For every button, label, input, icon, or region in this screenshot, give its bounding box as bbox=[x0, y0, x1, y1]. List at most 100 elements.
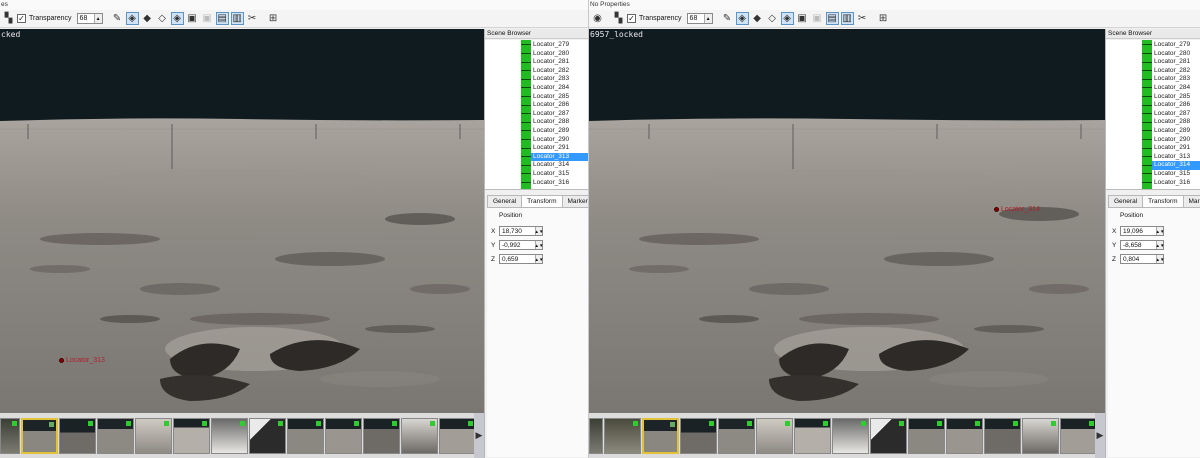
scene-item-locator-284[interactable]: Locator_284 bbox=[531, 84, 588, 93]
thumbnail[interactable] bbox=[97, 417, 134, 454]
scene-item-locator-286[interactable]: Locator_286 bbox=[1152, 101, 1200, 110]
thumbnail[interactable] bbox=[135, 417, 172, 454]
scene-item-locator-287[interactable]: Locator_287 bbox=[531, 110, 588, 119]
scene-item-locator-280[interactable]: Locator_280 bbox=[1152, 50, 1200, 59]
viewport[interactable]: cked Locator_313 bbox=[0, 29, 484, 413]
thumbnail-selected[interactable] bbox=[642, 417, 679, 454]
locator-marker[interactable]: Locator_314 bbox=[994, 206, 1040, 213]
thumbnail[interactable] bbox=[211, 417, 248, 454]
screen-icon[interactable]: ▤ bbox=[825, 12, 839, 25]
scene-item-locator-290[interactable]: Locator_290 bbox=[531, 136, 588, 145]
cube-solid-icon[interactable]: ◆ bbox=[141, 12, 154, 25]
scene-item-locator-289[interactable]: Locator_289 bbox=[531, 127, 588, 136]
cube-icon[interactable]: ◈ bbox=[735, 12, 749, 25]
brush-icon[interactable]: ✎ bbox=[721, 12, 734, 25]
cube-solid-icon[interactable]: ◆ bbox=[751, 12, 764, 25]
thumbnail[interactable] bbox=[249, 417, 286, 454]
thumbnail[interactable] bbox=[756, 417, 793, 454]
scene-item-locator-313[interactable]: Locator_313 bbox=[1152, 153, 1200, 162]
viewport[interactable]: 6957_locked Locator_314 bbox=[589, 29, 1105, 413]
thumbnail[interactable] bbox=[439, 417, 476, 454]
tab-general[interactable]: General bbox=[487, 195, 523, 207]
thumbnail[interactable] bbox=[1022, 417, 1059, 454]
scene-item-locator-313[interactable]: Locator_313 bbox=[531, 152, 588, 162]
cube-grid-icon[interactable]: ▣ bbox=[796, 12, 809, 25]
scene-item-locator-289[interactable]: Locator_289 bbox=[1152, 127, 1200, 136]
thumbnail[interactable] bbox=[718, 417, 755, 454]
scene-item-locator-282[interactable]: Locator_282 bbox=[1152, 67, 1200, 76]
grid-icon[interactable]: ⊞ bbox=[877, 12, 890, 25]
scene-item-locator-315[interactable]: Locator_315 bbox=[1152, 170, 1200, 179]
thumbnail[interactable] bbox=[870, 417, 907, 454]
scene-item-locator-287[interactable]: Locator_287 bbox=[1152, 110, 1200, 119]
thumbnail-selected[interactable] bbox=[21, 417, 58, 454]
cube-select-icon[interactable]: ◈ bbox=[170, 12, 184, 25]
camera-icon[interactable]: ◉ bbox=[591, 12, 604, 25]
z-input[interactable]: 0,804 ▲▼ bbox=[1120, 254, 1164, 264]
cube-select-icon[interactable]: ◈ bbox=[780, 12, 794, 25]
transparency-checkbox[interactable]: ✓ bbox=[17, 14, 26, 23]
x-input[interactable]: 19,096 ▲▼ bbox=[1120, 226, 1164, 236]
transparency-input[interactable]: 68 ▲ bbox=[686, 13, 713, 24]
grid-icon[interactable]: ⊞ bbox=[267, 12, 280, 25]
cube-grid-icon[interactable]: ▣ bbox=[186, 12, 199, 25]
cube-icon[interactable]: ◈ bbox=[125, 12, 139, 25]
screen-refresh-icon[interactable]: ▥ bbox=[840, 12, 854, 25]
scene-item-locator-279[interactable]: Locator_279 bbox=[531, 41, 588, 50]
scene-item-locator-284[interactable]: Locator_284 bbox=[1152, 84, 1200, 93]
thumbnail[interactable] bbox=[325, 417, 362, 454]
scene-item-locator-291[interactable]: Locator_291 bbox=[531, 144, 588, 153]
thumbnail[interactable] bbox=[984, 417, 1021, 454]
scene-item-locator-279[interactable]: Locator_279 bbox=[1152, 41, 1200, 50]
tab-markers[interactable]: Markers bbox=[561, 195, 588, 207]
scene-browser-list[interactable]: Locator_279 Locator_280 Locator_281 Locator… bbox=[1106, 40, 1200, 190]
thumbnail[interactable] bbox=[59, 417, 96, 454]
transparency-input[interactable]: 68 ▲ bbox=[76, 13, 103, 24]
screen-refresh-icon[interactable]: ▥ bbox=[230, 12, 244, 25]
thumbnail[interactable] bbox=[908, 417, 945, 454]
checker-icon[interactable]: ▚ bbox=[612, 12, 625, 25]
locator-marker[interactable]: Locator_313 bbox=[59, 357, 105, 364]
scene-item-locator-280[interactable]: Locator_280 bbox=[531, 50, 588, 59]
thumbnail[interactable] bbox=[173, 417, 210, 454]
thumbnail[interactable] bbox=[401, 417, 438, 454]
thumbnail[interactable] bbox=[287, 417, 324, 454]
cube-disabled-icon[interactable]: ▣ bbox=[811, 12, 824, 25]
thumbnail[interactable] bbox=[363, 417, 400, 454]
scene-item-locator-281[interactable]: Locator_281 bbox=[531, 58, 588, 67]
z-input[interactable]: 0,659 ▲▼ bbox=[499, 254, 543, 264]
thumbnail[interactable] bbox=[794, 417, 831, 454]
chevron-right-icon[interactable]: ▶ bbox=[1095, 413, 1105, 458]
thumbnail[interactable] bbox=[832, 417, 869, 454]
scissors-icon[interactable]: ✂ bbox=[856, 12, 869, 25]
y-input[interactable]: -8,658 ▲▼ bbox=[1120, 240, 1164, 250]
tab-markers[interactable]: Markers bbox=[1182, 195, 1200, 207]
scene-item-locator-316[interactable]: Locator_316 bbox=[1152, 179, 1200, 188]
scene-item-locator-288[interactable]: Locator_288 bbox=[1152, 118, 1200, 127]
chevron-right-icon[interactable]: ▶ bbox=[474, 413, 484, 458]
scene-item-locator-316[interactable]: Locator_316 bbox=[531, 179, 588, 188]
cube-wire-icon[interactable]: ◇ bbox=[156, 12, 169, 25]
x-input[interactable]: 18,730 ▲▼ bbox=[499, 226, 543, 236]
cube-disabled-icon[interactable]: ▣ bbox=[201, 12, 214, 25]
scene-item-locator-291[interactable]: Locator_291 bbox=[1152, 144, 1200, 153]
scene-browser-list[interactable]: Locator_279 Locator_280 Locator_281 Locator… bbox=[485, 40, 588, 190]
scene-item-locator-283[interactable]: Locator_283 bbox=[531, 75, 588, 84]
transparency-checkbox[interactable]: ✓ bbox=[627, 14, 636, 23]
thumbnail[interactable] bbox=[0, 417, 20, 454]
scene-item-locator-288[interactable]: Locator_288 bbox=[531, 118, 588, 127]
thumbnail[interactable] bbox=[946, 417, 983, 454]
thumbnail[interactable] bbox=[589, 417, 603, 454]
scene-item-locator-282[interactable]: Locator_282 bbox=[531, 67, 588, 76]
screen-icon[interactable]: ▤ bbox=[215, 12, 229, 25]
scissors-icon[interactable]: ✂ bbox=[246, 12, 259, 25]
thumbnail[interactable] bbox=[680, 417, 717, 454]
scene-item-locator-290[interactable]: Locator_290 bbox=[1152, 136, 1200, 145]
y-input[interactable]: -0,992 ▲▼ bbox=[499, 240, 543, 250]
thumbnail[interactable] bbox=[1060, 417, 1097, 454]
checker-icon[interactable]: ▚ bbox=[2, 12, 15, 25]
scene-item-locator-285[interactable]: Locator_285 bbox=[1152, 93, 1200, 102]
scene-item-locator-281[interactable]: Locator_281 bbox=[1152, 58, 1200, 67]
scene-item-locator-315[interactable]: Locator_315 bbox=[531, 170, 588, 179]
thumbnail[interactable] bbox=[604, 417, 641, 454]
